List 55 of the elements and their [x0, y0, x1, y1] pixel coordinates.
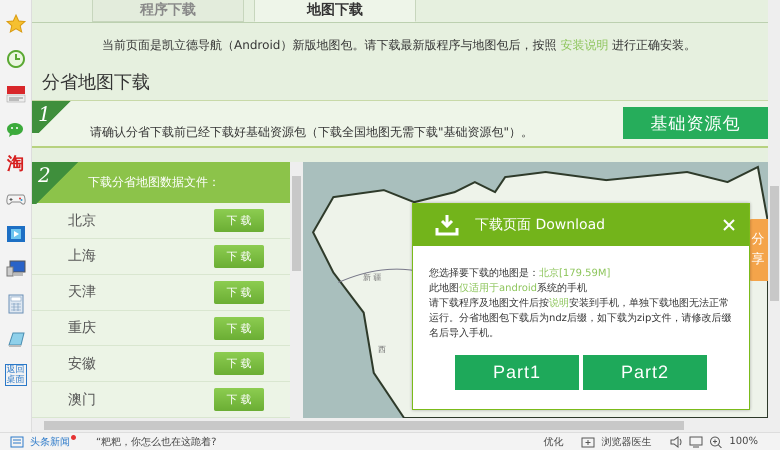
- highlight-link[interactable]: 北京[179.59M]: [539, 268, 610, 279]
- part-button[interactable]: Part2: [583, 355, 707, 390]
- download-button[interactable]: 下 载: [214, 388, 264, 412]
- download-button[interactable]: 下 载: [214, 280, 264, 304]
- dialog-text: 此地图仅适用于android系统的手机: [429, 282, 588, 296]
- zoom-icon[interactable]: [709, 436, 724, 448]
- download-button[interactable]: 下 载: [214, 209, 264, 232]
- monitor-icon[interactable]: [689, 436, 704, 448]
- taobao-icon[interactable]: 淘: [7, 154, 24, 174]
- scrollbar[interactable]: [32, 418, 768, 432]
- download-button[interactable]: 下 载: [214, 352, 264, 376]
- news-icon[interactable]: [6, 84, 26, 104]
- scrollbar[interactable]: [290, 162, 303, 418]
- download-button[interactable]: 下 载: [214, 316, 264, 340]
- map-label: 新 疆: [363, 272, 382, 284]
- show-desktop-button[interactable]: 返回桌面: [4, 364, 26, 386]
- province-name: 重庆: [68, 319, 96, 338]
- download-icon: [435, 214, 459, 236]
- computer-icon[interactable]: [6, 259, 26, 279]
- section-title: 分省地图下载: [42, 70, 151, 94]
- province-name: 天津: [68, 283, 96, 302]
- share-tab[interactable]: 分享: [748, 219, 768, 281]
- tab[interactable]: 程序下载: [92, 0, 244, 22]
- plus-box-icon[interactable]: [581, 436, 596, 448]
- highlight-link[interactable]: 仅适用于android: [459, 283, 537, 294]
- zoom-level[interactable]: 100%: [729, 436, 758, 447]
- list-title: 下载分省地图数据文件：: [88, 174, 220, 192]
- tab[interactable]: 地图下载: [254, 0, 416, 22]
- status-item[interactable]: 浏览器医生: [601, 434, 652, 448]
- notice-text: 当前页面是凯立德导航（Android）新版地图包。请下载最新版程序与地图包后，按照 安装说明 进行正确安装。: [102, 36, 698, 54]
- province-name: 安徽: [68, 354, 96, 373]
- dialog-text: 请下载程序及地图文件后按说明安装到手机，单独下载地图无法正常运行。分省地图包下载后为ndz后缀，如下载为zip文件，请修改后缀名后导入手机。: [429, 296, 732, 341]
- dialog-title: 下载页面 Download: [475, 216, 606, 234]
- map-label: 西: [378, 344, 386, 356]
- province-name: 北京: [68, 212, 96, 230]
- status-item[interactable]: 优化: [543, 434, 564, 448]
- news-icon[interactable]: [10, 436, 24, 448]
- install-guide-link[interactable]: 安装说明: [560, 38, 608, 52]
- speaker-icon[interactable]: [669, 436, 684, 448]
- calculator-icon[interactable]: [6, 294, 26, 314]
- close-icon[interactable]: [723, 219, 735, 231]
- news-headline[interactable]: “粑粑，你怎么也在这跪着?: [96, 434, 216, 448]
- news-label[interactable]: 头条新闻: [30, 434, 70, 448]
- part-button[interactable]: Part1: [455, 355, 579, 390]
- dialog-text: 您选择要下载的地图是：北京[179.59M]: [429, 266, 612, 281]
- download-button[interactable]: 下 载: [214, 244, 264, 268]
- province-name: 上海: [68, 247, 96, 266]
- film-icon[interactable]: [6, 224, 26, 244]
- base-package-button[interactable]: 基础资源包: [623, 107, 768, 140]
- highlight-link[interactable]: 说明: [549, 298, 569, 309]
- star-icon[interactable]: [6, 14, 26, 34]
- clock-icon[interactable]: [6, 49, 26, 69]
- step-text: 请确认分省下载前已经下载好基础资源包（下载全国地图无需下载"基础资源包"）。: [90, 124, 534, 141]
- province-name: 澳门: [68, 390, 96, 409]
- scrollbar[interactable]: [768, 0, 780, 432]
